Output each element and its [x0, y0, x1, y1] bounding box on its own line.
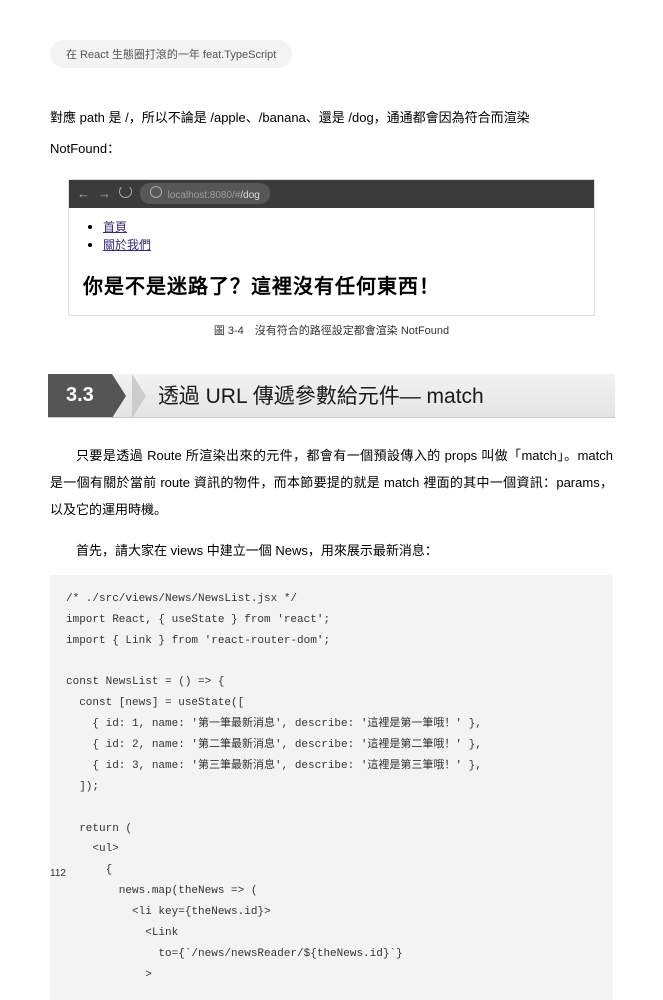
page-number: 112	[50, 868, 66, 879]
section-heading: 3.3 透過 URL 傳遞參數給元件— match	[48, 374, 615, 418]
paragraph-2: 只要是透過 Route 所渲染出來的元件，都會有一個預設傳入的 props 叫做…	[50, 442, 613, 524]
page-header-chip: 在 React 生態圈打滾的一年 feat.TypeScript	[50, 40, 292, 68]
refresh-icon	[119, 185, 132, 203]
url-path: /dog	[240, 190, 259, 201]
back-icon: ←	[77, 186, 90, 201]
section-number: 3.3	[48, 374, 112, 417]
notfound-message: 你是不是迷路了？這裡沒有任何東西！	[79, 264, 584, 305]
forward-icon: →	[98, 186, 111, 201]
paragraph-1b: NotFound：	[50, 135, 613, 162]
arrow-icon	[112, 374, 126, 418]
paragraph-1a: 對應 path 是 /，所以不論是 /apple、/banana、還是 /dog…	[50, 104, 613, 131]
home-link[interactable]: 首頁	[103, 220, 127, 234]
arrow-outline-icon	[132, 374, 146, 418]
list-item: 關於我們	[103, 236, 584, 254]
list-item: 首頁	[103, 218, 584, 236]
nav-list: 首頁 關於我們	[79, 218, 584, 254]
browser-screenshot: ← → localhost:8080/#/dog 首頁 關於我們 你是不是迷路了…	[68, 179, 595, 316]
paragraph-3: 首先，請大家在 views 中建立一個 News，用來展示最新消息：	[50, 537, 613, 564]
section-title: 透過 URL 傳遞參數給元件— match	[146, 374, 484, 417]
url-bar: localhost:8080/#/dog	[140, 183, 270, 204]
url-host: localhost:8080/#	[168, 190, 241, 201]
code-block: /* ./src/views/News/NewsList.jsx */ impo…	[50, 575, 613, 1000]
about-link[interactable]: 關於我們	[103, 238, 151, 252]
info-icon	[150, 186, 162, 198]
browser-viewport: 首頁 關於我們 你是不是迷路了？這裡沒有任何東西！	[69, 208, 594, 315]
figure-caption: 圖 3-4 沒有符合的路徑設定都會渲染 NotFound	[50, 322, 613, 338]
browser-toolbar: ← → localhost:8080/#/dog	[69, 180, 594, 208]
